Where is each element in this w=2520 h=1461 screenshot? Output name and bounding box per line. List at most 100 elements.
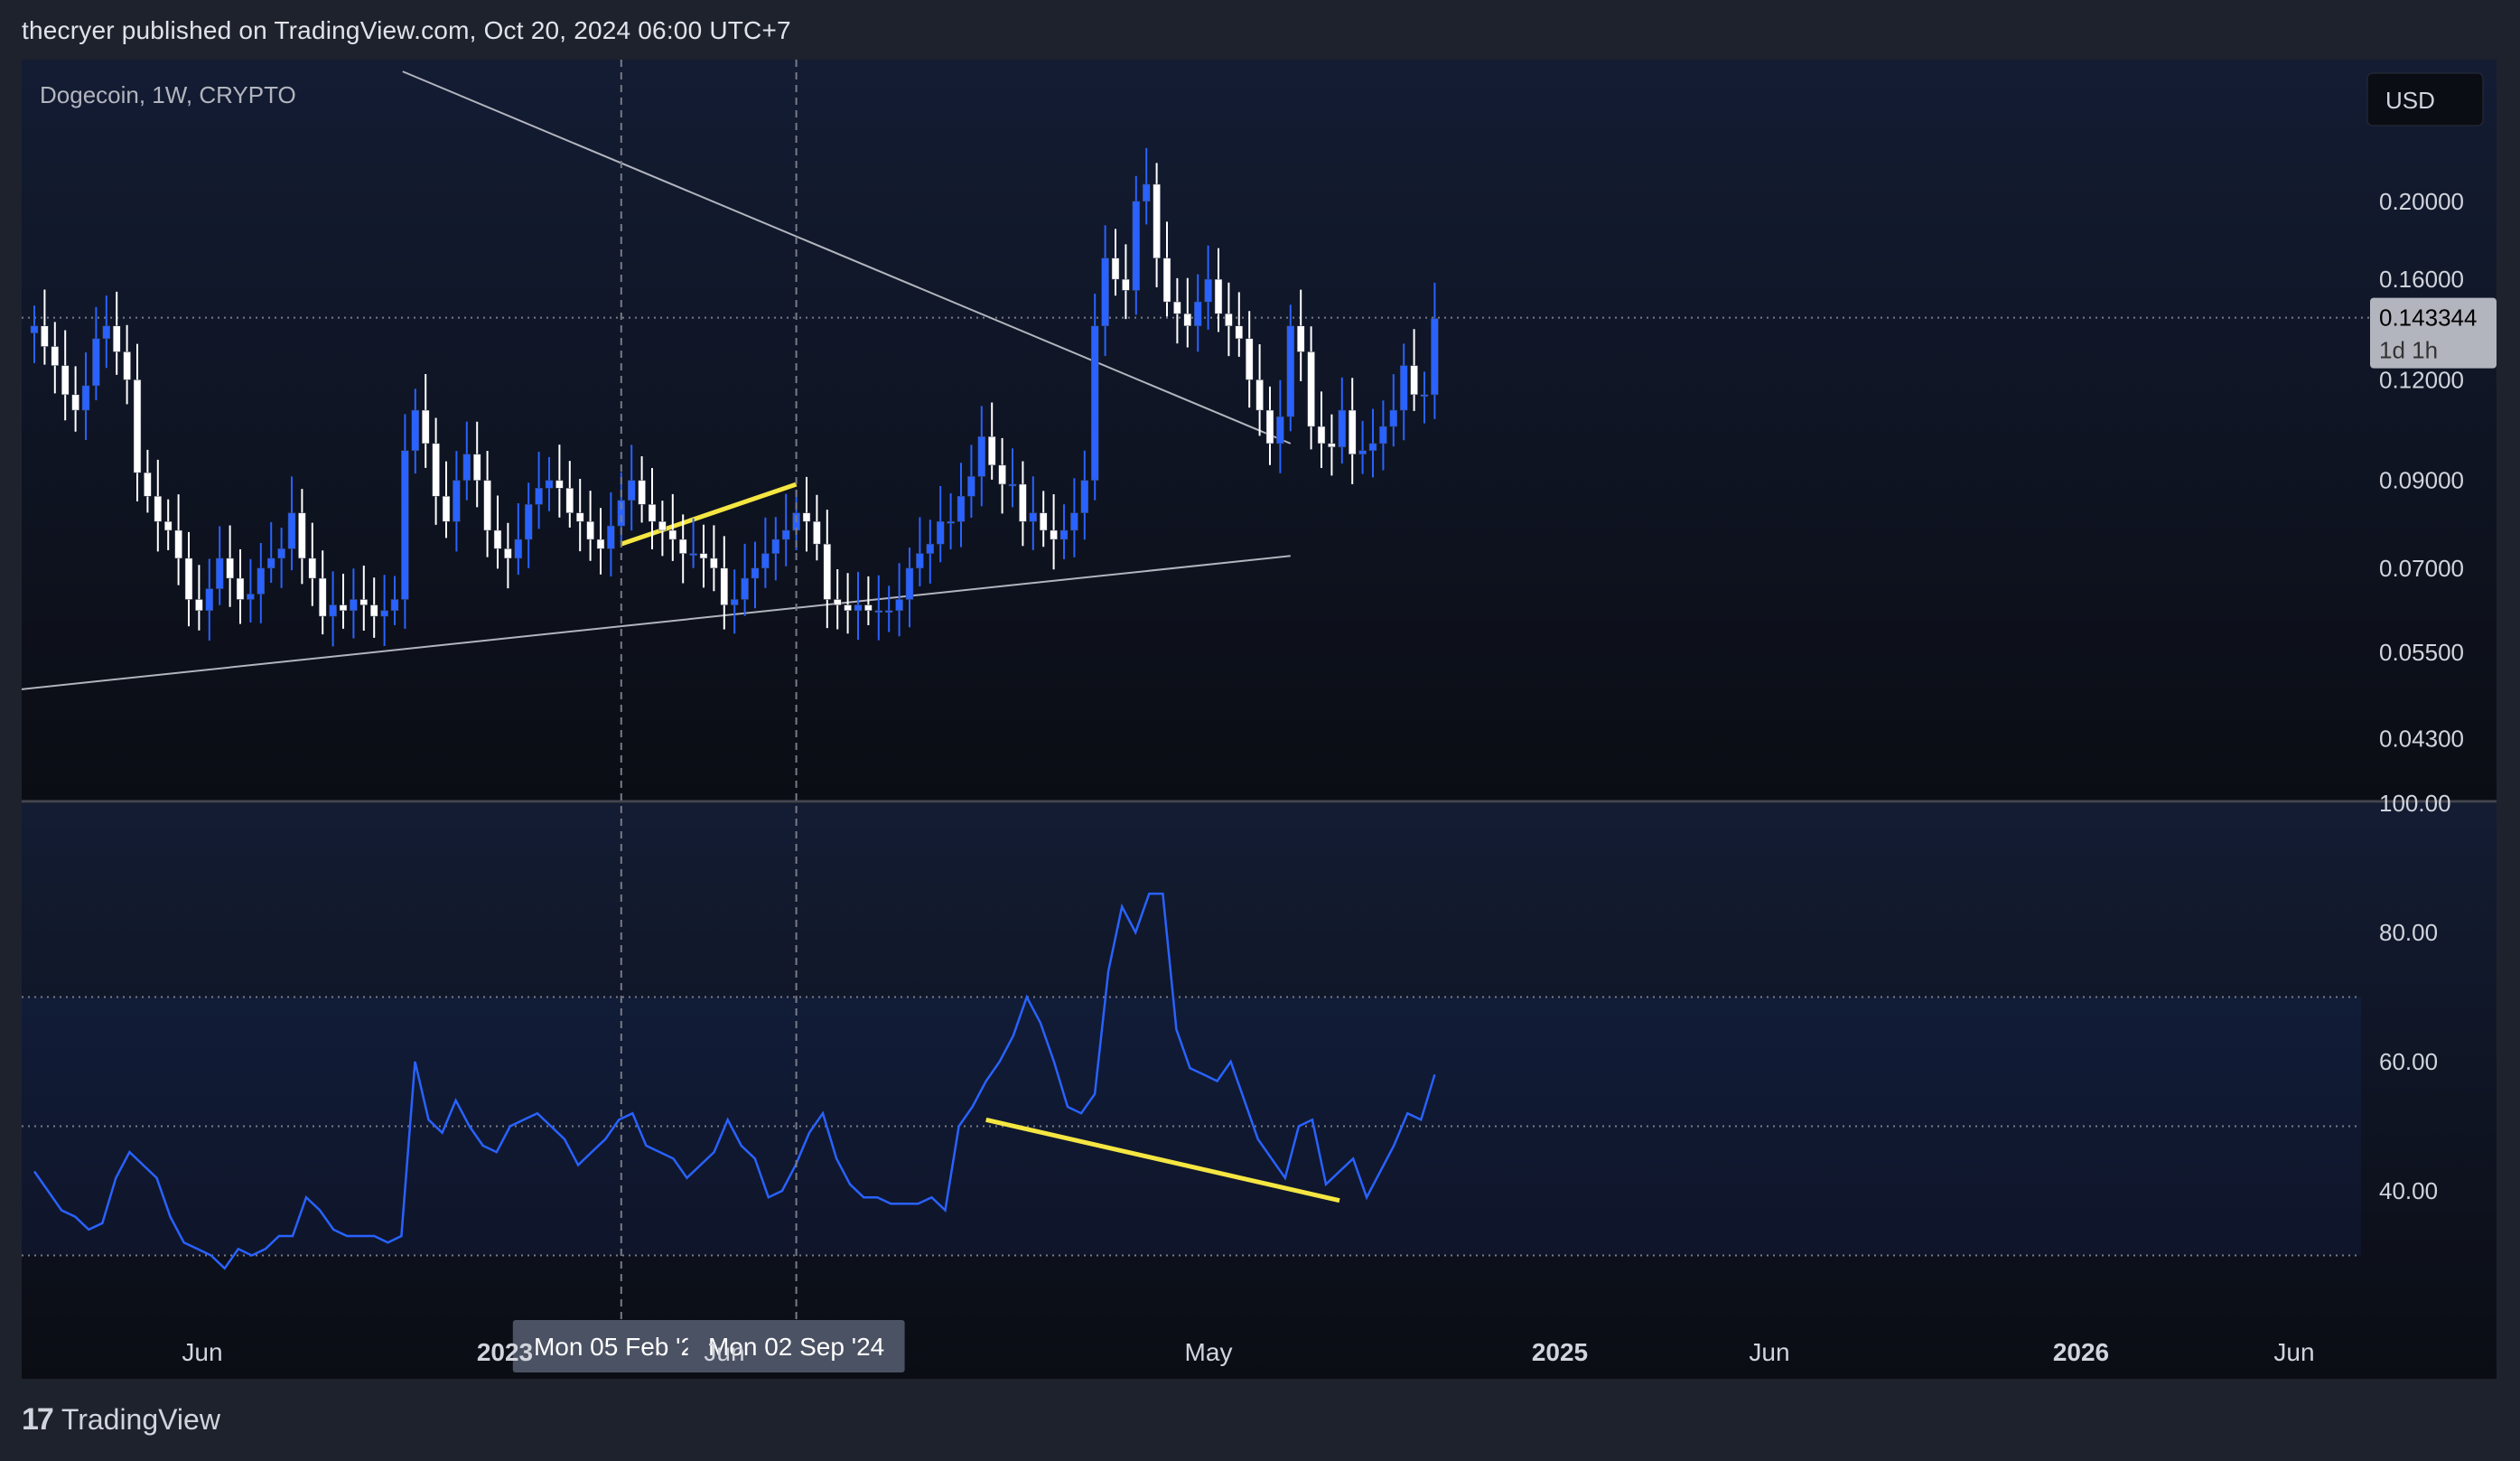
candle-body [957, 495, 966, 522]
price-tick-label: 0.12000 [2379, 366, 2464, 393]
candle-body [936, 520, 945, 545]
candle-body [483, 480, 491, 531]
candle-body [1039, 512, 1048, 531]
candle-body [596, 539, 605, 549]
x-tick-label: 2025 [1532, 1338, 1588, 1366]
candle-body [1059, 529, 1069, 540]
candle-body [1225, 313, 1233, 327]
rsi-tick-label: 80.00 [2379, 919, 2438, 946]
candle-body [884, 610, 893, 613]
last-price-label: 0.143344 [2379, 304, 2477, 332]
candle-body [174, 529, 182, 559]
candle-body [1245, 338, 1254, 380]
candle-body [1431, 318, 1439, 396]
candle-body [1153, 183, 1161, 258]
candle-body [678, 539, 687, 554]
candle-body [761, 553, 770, 569]
candle-body [1132, 201, 1141, 291]
usd-button[interactable]: USD [2366, 72, 2484, 126]
candle-body [215, 557, 224, 589]
candle-body [112, 325, 121, 352]
candle-body [1358, 450, 1367, 454]
candle-body [411, 409, 420, 451]
cursor-date-label: Mon 05 Feb '24 [534, 1333, 709, 1361]
candle-body [823, 543, 832, 600]
candle-body [586, 520, 594, 540]
candle-body [71, 394, 79, 411]
candle-body [802, 512, 811, 522]
candle-body [998, 464, 1006, 485]
candle-body [844, 604, 852, 612]
candle-body [575, 512, 584, 522]
candle-body [287, 512, 296, 549]
candle-body [442, 495, 451, 522]
candle-body [771, 539, 780, 554]
candle-body [81, 385, 90, 411]
candle-body [781, 529, 790, 540]
candle-body [751, 567, 760, 579]
candle-body [1122, 278, 1130, 291]
candle-body [1328, 443, 1336, 448]
candle-body [638, 480, 646, 505]
candle-body [689, 553, 697, 556]
candle-body [1162, 258, 1171, 303]
candle-body [967, 476, 975, 497]
candle-body [741, 577, 749, 600]
candle-body [977, 435, 986, 477]
price-tick-label: 0.16000 [2379, 266, 2464, 293]
candle-body [123, 351, 131, 380]
candle-body [472, 454, 481, 481]
candle-body [51, 346, 60, 366]
candle-body [350, 599, 358, 612]
candle-body [329, 604, 337, 617]
candle-body [864, 604, 873, 612]
candle-body [627, 480, 636, 501]
candle-body [1101, 258, 1109, 327]
candle-body [205, 588, 214, 612]
candle-body [874, 610, 883, 613]
candle-body [555, 480, 564, 489]
candle-body [607, 525, 615, 549]
candle-body [720, 567, 729, 605]
candle-body [1111, 258, 1120, 280]
rsi-tick-label: 100.00 [2379, 790, 2451, 817]
candle-body [1080, 480, 1089, 513]
candle-body [658, 520, 667, 531]
candle-body [226, 557, 234, 579]
candle-body [163, 520, 173, 531]
chart-svg[interactable]: Dogecoin, 1W, CRYPTO USD Mon 05 Feb '24 M… [22, 60, 2497, 1379]
candle-body [524, 504, 533, 540]
candle-body [1070, 512, 1078, 531]
x-tick-label: Jun [2273, 1338, 2314, 1366]
candle-body [514, 539, 523, 559]
candle-body [102, 325, 111, 340]
candle-body [1173, 301, 1181, 314]
candle-body [30, 325, 39, 333]
candle-body [730, 599, 739, 605]
x-tick-label: Jun [182, 1338, 222, 1366]
candle-body [916, 553, 924, 569]
candle-body [339, 604, 348, 612]
price-tick-label: 0.09000 [2379, 467, 2464, 494]
candle-body [1029, 512, 1038, 522]
candle-body [710, 557, 718, 569]
usd-button-label[interactable]: USD [2385, 87, 2435, 114]
candle-body [987, 435, 996, 466]
candle-body [298, 512, 306, 559]
candle-body [1317, 426, 1326, 445]
countdown-label: 1d 1h [2379, 337, 2438, 364]
chart-frame[interactable]: Dogecoin, 1W, CRYPTO USD Mon 05 Feb '24 M… [22, 60, 2497, 1379]
candle-body [668, 529, 677, 540]
tradingview-logo[interactable]: 17 TradingView [22, 1402, 220, 1438]
candle-body [926, 543, 935, 554]
candle-body [1348, 409, 1357, 454]
candle-body [648, 504, 657, 522]
x-tick-label: Jun [704, 1338, 744, 1366]
candle-body [1019, 483, 1027, 522]
candle-body [154, 495, 163, 522]
candle-body [1090, 325, 1099, 481]
candle-body [1050, 529, 1058, 540]
candle-body [432, 443, 440, 497]
candle-body [947, 520, 955, 524]
candle-body [184, 557, 193, 600]
